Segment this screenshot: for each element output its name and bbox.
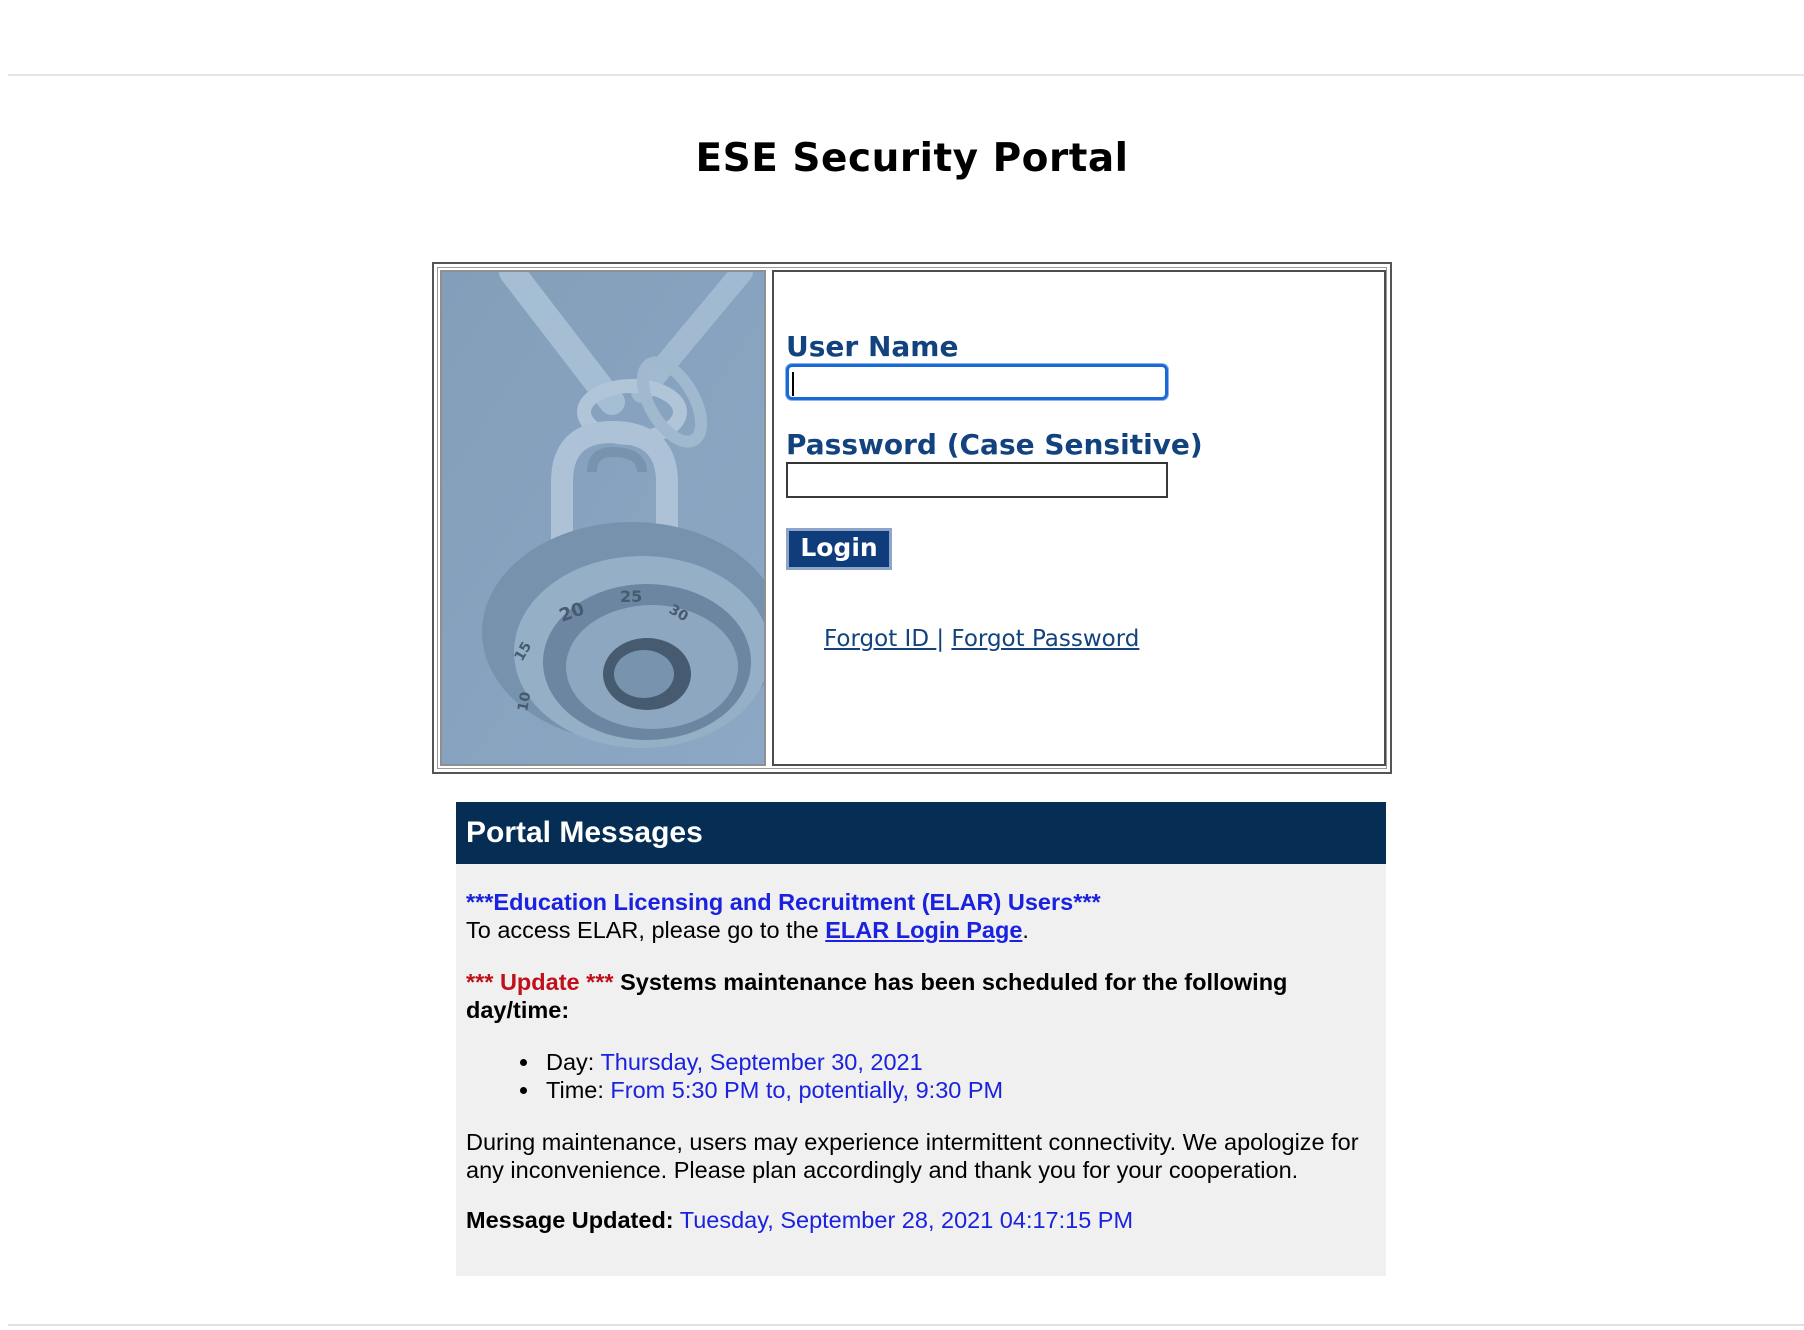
username-input[interactable] (786, 364, 1168, 400)
portal-messages-header: Portal Messages (456, 802, 1386, 864)
maintenance-text: During maintenance, users may experience… (466, 1129, 1359, 1183)
page-title: ESE Security Portal (695, 136, 1129, 181)
elar-text-end: . (1022, 917, 1029, 943)
padlock-chain-illustration: 20 25 15 10 30 (442, 272, 764, 764)
portal-messages-panel: Portal Messages ***Education Licensing a… (456, 802, 1386, 1276)
update-tag: *** Update *** (466, 969, 614, 995)
updated-value: Tuesday, September 28, 2021 04:17:15 PM (673, 1207, 1134, 1233)
login-page: ESE Security Portal 20 25 15 10 30 User … (0, 0, 1804, 1330)
bottom-divider (8, 1324, 1804, 1326)
elar-heading: ***Education Licensing and Recruitment (… (466, 889, 1101, 915)
forgot-password-link[interactable]: Forgot Password (951, 626, 1139, 652)
maintenance-description: During maintenance, users may experience… (466, 1128, 1366, 1184)
time-label: Time: (546, 1077, 611, 1103)
elar-text: To access ELAR, please go to the (466, 917, 826, 943)
bullet-icon (520, 1087, 527, 1094)
login-button[interactable]: Login (786, 528, 892, 570)
time-value: From 5:30 PM to, potentially, 9:30 PM (610, 1077, 1004, 1103)
bullet-icon (520, 1059, 527, 1066)
message-updated: Message Updated: Tuesday, September 28, … (466, 1206, 1366, 1234)
update-notice: *** Update *** Systems maintenance has b… (466, 968, 1366, 1024)
maintenance-schedule-list: Day: Thursday, September 30, 2021 Time: … (466, 1048, 1366, 1104)
text-cursor (792, 372, 794, 396)
elar-login-link[interactable]: ELAR Login Page (825, 917, 1022, 943)
password-input[interactable] (786, 462, 1168, 498)
account-recovery-links: Forgot ID | Forgot Password (824, 626, 1139, 652)
day-value: Thursday, September 30, 2021 (600, 1049, 923, 1075)
elar-notice: ***Education Licensing and Recruitment (… (466, 888, 1366, 944)
forgot-id-link[interactable]: Forgot ID (824, 626, 936, 652)
list-item: Time: From 5:30 PM to, potentially, 9:30… (466, 1076, 1366, 1104)
day-label: Day: (546, 1049, 601, 1075)
list-item: Day: Thursday, September 30, 2021 (466, 1048, 1366, 1076)
username-label: User Name (786, 330, 959, 363)
updated-label: Message Updated: (466, 1207, 674, 1233)
top-divider (8, 74, 1804, 76)
link-separator: | (936, 626, 945, 652)
password-label: Password (Case Sensitive) (786, 428, 1203, 461)
padlock-image: 20 25 15 10 30 (440, 270, 766, 766)
